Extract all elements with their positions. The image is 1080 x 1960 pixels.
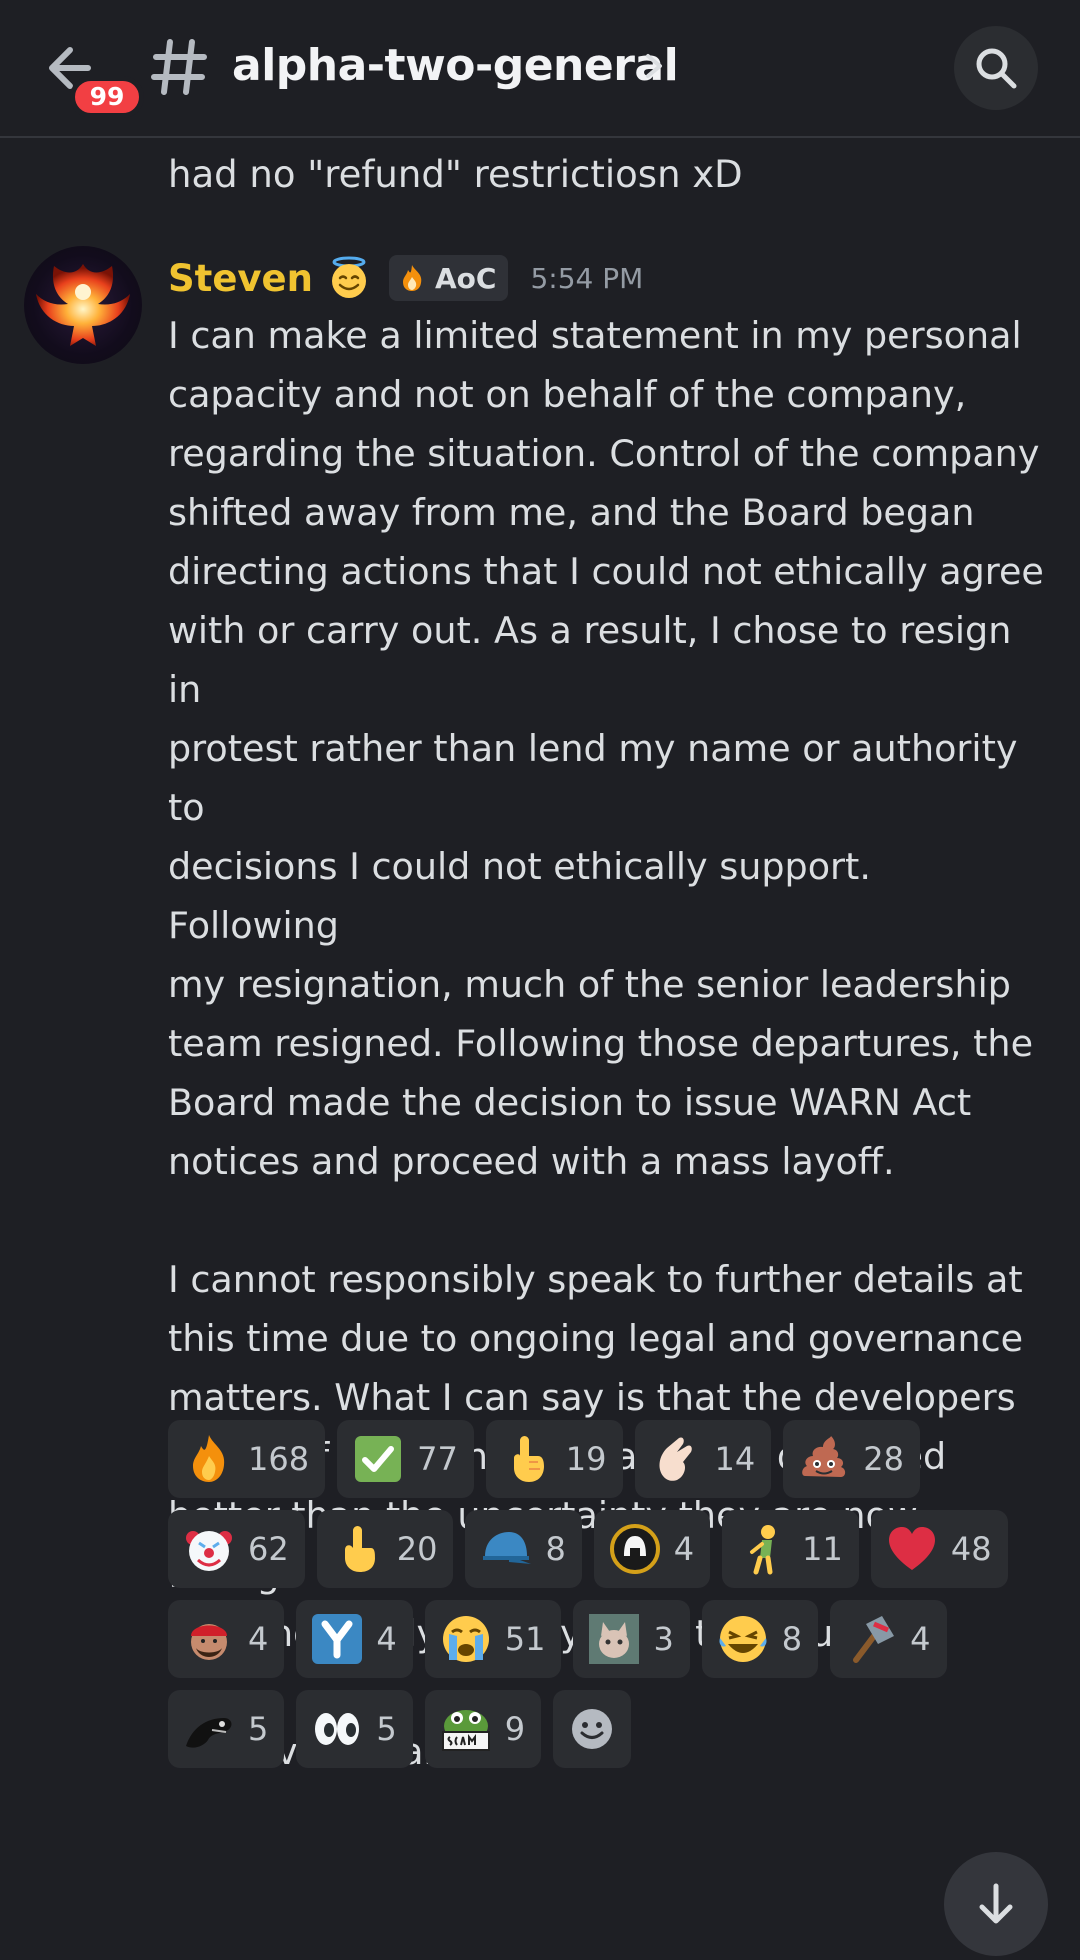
reaction-count: 8 — [545, 1530, 566, 1568]
check-mark-icon — [355, 1436, 402, 1482]
crying-face-icon — [442, 1616, 489, 1662]
y-letter-icon — [312, 1614, 363, 1664]
role-tag-label: AoC — [434, 261, 497, 295]
reactions-bar: 168 77 19 14 28 62 20 8 4 11 48 4 4 51 3… — [168, 1420, 1048, 1780]
reaction-count: 20 — [396, 1530, 438, 1568]
avatar[interactable] — [24, 246, 142, 364]
reaction-row: 62 20 8 4 11 48 — [168, 1510, 1048, 1588]
channel-header: 99 alpha-two-general — [0, 0, 1080, 138]
reaction-pinch[interactable]: 14 — [634, 1420, 772, 1498]
laughing-tears-icon — [719, 1616, 767, 1662]
helmet-logo-icon — [609, 1524, 660, 1574]
add-reaction-smiley-icon — [572, 1709, 613, 1749]
chevron-right-icon[interactable] — [640, 50, 668, 82]
poop-icon — [802, 1436, 846, 1477]
blue-cap-icon — [483, 1532, 532, 1564]
clown-face-icon — [186, 1531, 232, 1571]
reaction-count: 19 — [565, 1440, 607, 1478]
author-name[interactable]: Steven — [168, 257, 313, 300]
black-creature-icon — [186, 1718, 232, 1748]
scam-frog-icon — [441, 1710, 490, 1751]
add-reaction-button[interactable] — [553, 1690, 632, 1768]
reaction-person[interactable]: 11 — [722, 1510, 859, 1588]
eyes-icon — [315, 1713, 360, 1745]
unread-count-badge: 99 — [70, 76, 144, 118]
previous-message-text: had no "refund" restrictiosn xD — [168, 153, 743, 196]
person-bending-icon — [750, 1525, 776, 1575]
reaction-count: 28 — [863, 1440, 904, 1478]
reaction-count: 3 — [653, 1620, 674, 1658]
reaction-crying[interactable]: 51 — [424, 1600, 562, 1678]
arrow-down-icon — [979, 1883, 1013, 1924]
scroll-to-bottom-button[interactable] — [944, 1852, 1048, 1956]
reaction-row: 5 5 9 — [168, 1690, 1048, 1768]
red-hat-man-icon — [191, 1624, 227, 1660]
reaction-count: 77 — [417, 1440, 458, 1478]
ban-hammer-icon — [853, 1616, 895, 1663]
middle-finger-icon — [344, 1526, 375, 1572]
reaction-cat-photo[interactable]: 3 — [573, 1600, 690, 1678]
reaction-count: 4 — [248, 1620, 269, 1658]
message-header: Steven AoC 5:54 PM — [168, 250, 643, 306]
reaction-eyes[interactable]: 5 — [296, 1690, 413, 1768]
smiling-face-with-halo-icon — [331, 256, 366, 298]
channel-title[interactable]: alpha-two-general — [232, 36, 679, 96]
reaction-fire[interactable]: 168 — [168, 1420, 326, 1498]
reaction-red-hat-man[interactable]: 4 — [168, 1600, 285, 1678]
reaction-creature[interactable]: 5 — [168, 1690, 285, 1768]
phoenix-avatar-icon — [36, 264, 130, 346]
pointing-up-icon — [513, 1436, 544, 1482]
reaction-ban-hammer[interactable]: 4 — [830, 1600, 947, 1678]
reaction-count: 48 — [950, 1530, 992, 1568]
reaction-count: 5 — [376, 1710, 397, 1748]
reaction-scam-frog[interactable]: 9 — [424, 1690, 542, 1768]
reaction-cap[interactable]: 8 — [465, 1510, 582, 1588]
pinching-hand-icon — [659, 1437, 692, 1481]
reaction-count: 5 — [248, 1710, 269, 1748]
message-timestamp: 5:54 PM — [530, 261, 644, 295]
reaction-count: 11 — [802, 1530, 843, 1568]
reaction-count: 4 — [673, 1530, 695, 1568]
reaction-y[interactable]: 4 — [296, 1600, 413, 1678]
role-tag[interactable]: AoC — [388, 255, 509, 301]
reaction-count: 9 — [504, 1710, 526, 1748]
reaction-heart[interactable]: 48 — [870, 1510, 1008, 1588]
search-button[interactable] — [954, 26, 1038, 110]
search-icon — [976, 48, 1017, 89]
reaction-middle-finger[interactable]: 20 — [316, 1510, 454, 1588]
reaction-row: 168 77 19 14 28 — [168, 1420, 1048, 1498]
cat-photo-icon — [589, 1614, 640, 1664]
reaction-count: 14 — [714, 1440, 756, 1478]
reaction-helmet[interactable]: 4 — [593, 1510, 711, 1588]
reaction-row: 4 4 51 3 8 4 — [168, 1600, 1048, 1678]
fire-icon — [193, 1435, 225, 1482]
reaction-count: 168 — [248, 1440, 310, 1478]
reaction-count: 4 — [376, 1620, 397, 1658]
reaction-check[interactable]: 77 — [337, 1420, 474, 1498]
hash-channel-icon — [151, 39, 207, 95]
reaction-poop[interactable]: 28 — [783, 1420, 920, 1498]
reaction-clown[interactable]: 62 — [168, 1510, 305, 1588]
reaction-count: 4 — [910, 1620, 931, 1658]
reaction-laughing[interactable]: 8 — [701, 1600, 819, 1678]
flame-tag-icon — [402, 265, 422, 291]
reaction-count: 8 — [781, 1620, 803, 1658]
reaction-count: 62 — [248, 1530, 289, 1568]
reaction-count: 51 — [504, 1620, 546, 1658]
red-heart-icon — [888, 1527, 935, 1570]
reaction-point-up[interactable]: 19 — [485, 1420, 623, 1498]
